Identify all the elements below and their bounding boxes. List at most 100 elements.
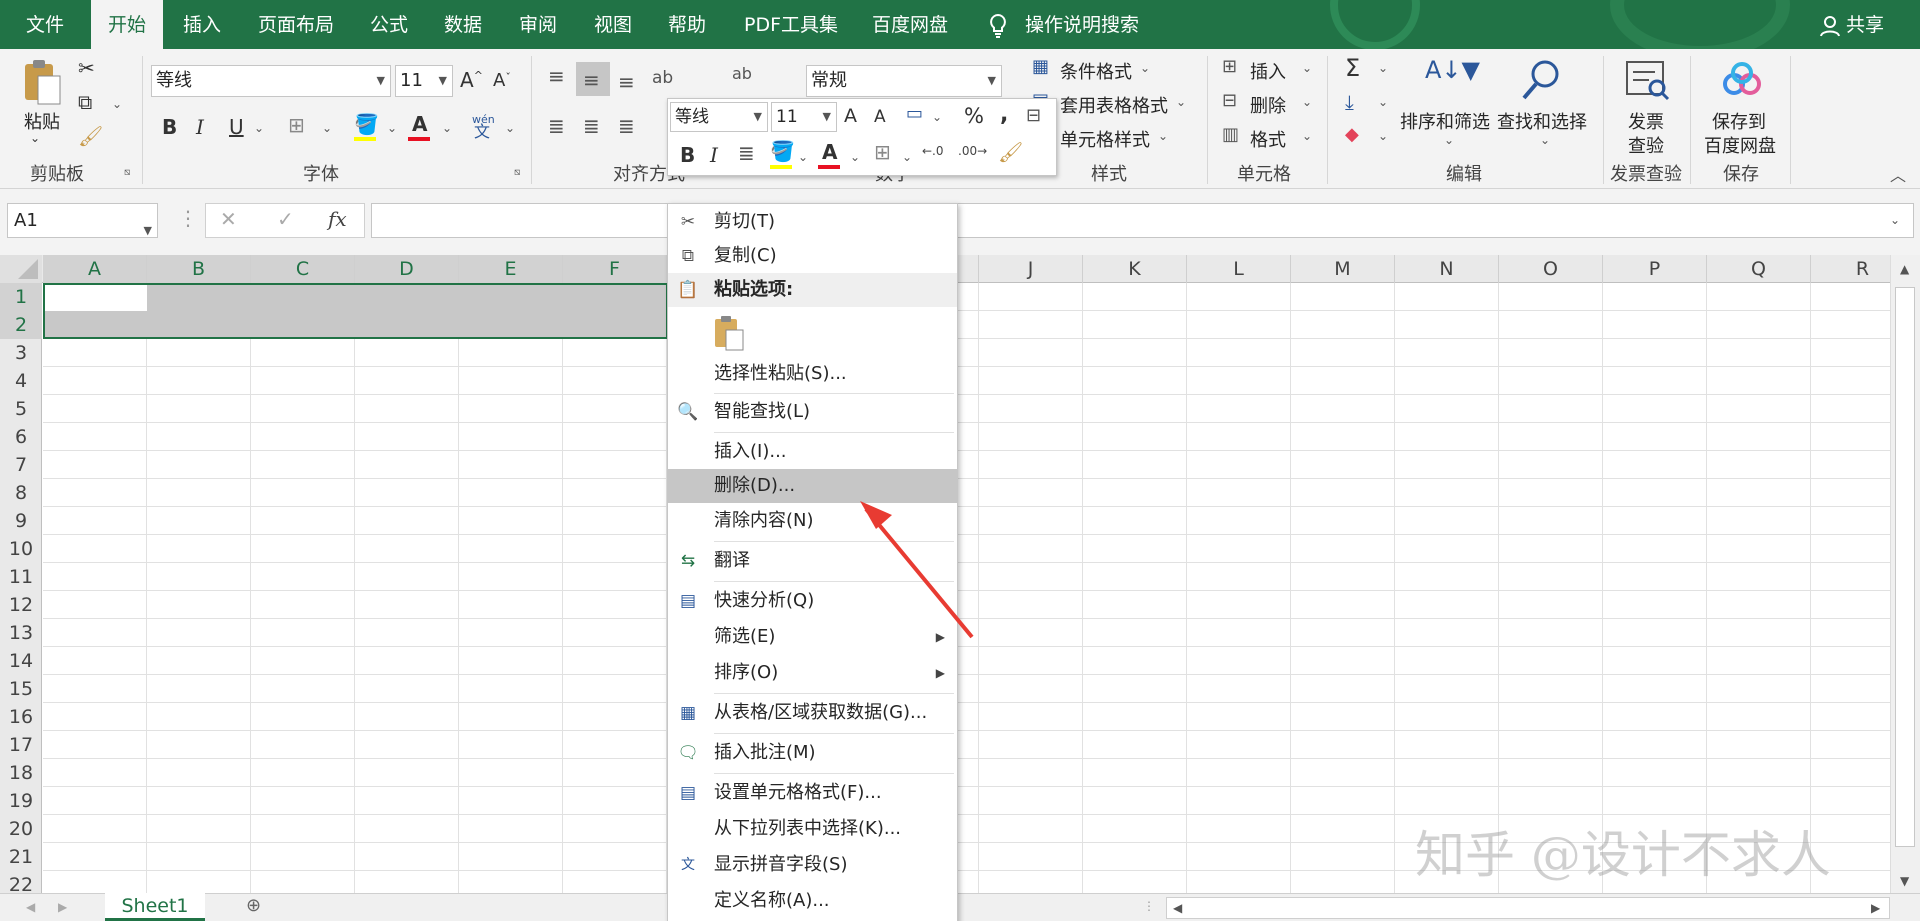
chevron-down-icon[interactable]: ⌄ [254,122,264,134]
merge-center-icon[interactable]: ⊟ [1026,107,1041,125]
enter-icon[interactable]: ✓ [277,209,294,229]
menu-item-cut[interactable]: ✂ 剪切(T) [668,205,957,239]
menu-item-pick-from-list[interactable]: 从下拉列表中选择(K)... [668,812,957,846]
align-left-icon[interactable]: ≣ [548,116,565,136]
chevron-down-icon[interactable]: ⌄ [322,122,332,134]
delete-cells-icon[interactable]: ⊟ [1222,92,1237,110]
chevron-down-icon[interactable]: ⌄ [1378,130,1388,142]
chevron-down-icon[interactable]: ⌄ [1378,62,1388,74]
expand-formula-icon[interactable]: ⌄ [1890,214,1900,226]
row-header-2[interactable]: 2 [0,311,42,339]
conditional-format-icon[interactable]: ▦ [1032,58,1049,76]
menu-item-insert[interactable]: 插入(I)... [668,435,957,469]
increase-decimal-icon[interactable]: ←.0 [922,145,944,157]
collapse-ribbon-icon[interactable]: ︿ [1890,168,1906,184]
invoice-check-label2[interactable]: 查验 [1628,132,1664,158]
name-box[interactable]: A1 ▼ [7,203,158,238]
row-header-20[interactable]: 20 [0,815,42,843]
align-center-icon[interactable]: ≣ [583,116,600,136]
number-format-combo[interactable]: 常规 ▼ [806,65,1002,97]
scroll-left-icon[interactable]: ◀ [1173,902,1182,914]
prev-sheet-icon[interactable]: ◀ [26,901,35,913]
menu-item-get-data-from-table[interactable]: ▦ 从表格/区域获取数据(G)... [668,696,957,730]
copy-icon[interactable]: ⧉ [78,92,92,112]
chevron-down-icon[interactable]: ⌄ [932,111,942,123]
row-header-13[interactable]: 13 [0,619,42,647]
column-header-n[interactable]: N [1395,255,1499,283]
format-as-table-button[interactable]: 套用表格格式 [1060,92,1168,118]
chevron-down-icon[interactable]: ⌄ [387,122,397,134]
cancel-icon[interactable]: ✕ [220,209,237,229]
wrap-text-icon[interactable]: ab [732,66,752,82]
borders-icon[interactable]: ⊞ [874,142,891,162]
column-header-l[interactable]: L [1187,255,1291,283]
font-color-icon[interactable]: A [822,142,837,162]
orientation-icon[interactable]: ab [652,70,673,87]
align-bottom-icon[interactable]: ≡ [618,72,635,92]
format-cells-button[interactable]: 格式 [1250,126,1286,152]
tab-file[interactable]: 文件 [26,0,64,49]
column-header-q[interactable]: Q [1707,255,1811,283]
chevron-down-icon[interactable]: ⌄ [850,151,860,163]
column-header-e[interactable]: E [459,255,563,283]
mini-size-combo[interactable]: 11 ▼ [771,102,837,132]
row-header-19[interactable]: 19 [0,787,42,815]
menu-item-define-name[interactable]: 定义名称(A)... [668,884,957,918]
chevron-down-icon[interactable]: ⌄ [798,151,808,163]
tab-baidu-netdisk[interactable]: 百度网盘 [872,0,948,49]
mini-font-combo[interactable]: 等线 ▼ [670,102,768,132]
row-header-17[interactable]: 17 [0,731,42,759]
save-baidu-label1[interactable]: 保存到 [1712,108,1766,134]
align-right-icon[interactable]: ≣ [618,116,635,136]
row-header-3[interactable]: 3 [0,339,42,367]
chevron-down-icon[interactable]: ⌄ [1158,130,1168,142]
chevron-down-icon[interactable]: ⌄ [1444,134,1454,146]
tab-review[interactable]: 审阅 [519,0,557,49]
insert-cells-button[interactable]: 插入 [1250,58,1286,84]
tab-help[interactable]: 帮助 [668,0,706,49]
horizontal-scrollbar[interactable]: ◀ ▶ [1166,897,1890,919]
increase-font-icon[interactable]: A^ [460,70,483,90]
chevron-down-icon[interactable]: ⌄ [442,122,452,134]
scissors-icon[interactable]: ✂ [78,58,95,78]
row-header-11[interactable]: 11 [0,563,42,591]
scroll-down-icon[interactable]: ▼ [1900,875,1909,887]
insert-function-icon[interactable]: fx [328,209,347,229]
tell-me-search[interactable]: 操作说明搜索 [1025,0,1139,49]
row-header-10[interactable]: 10 [0,535,42,563]
find-select-icon[interactable] [1520,58,1562,106]
tab-pdf-tools[interactable]: PDF工具集 [744,0,838,49]
dialog-launcher-icon[interactable]: ⧅ [124,168,130,178]
bold-icon[interactable]: B [680,145,695,165]
underline-icon[interactable]: U [229,117,244,137]
menu-item-format-cells[interactable]: ▤ 设置单元格格式(F)... [668,776,957,810]
tab-insert[interactable]: 插入 [183,0,221,49]
menu-item-show-phonetic[interactable]: 文显示拼音字段(S) [668,848,957,882]
tab-formulas[interactable]: 公式 [370,0,408,49]
sheet-tab-sheet1[interactable]: Sheet1 [105,893,205,921]
invoice-check-icon[interactable] [1625,60,1671,106]
cell-styles-button[interactable]: 单元格样式 [1060,126,1150,152]
format-painter-icon[interactable]: 🖌 [998,142,1023,162]
active-cell[interactable] [45,285,147,311]
row-header-1[interactable]: 1 [0,283,42,311]
menu-item-insert-comment[interactable]: 🗨 插入批注(M) [668,736,957,770]
column-header-c[interactable]: C [251,255,355,283]
column-header-o[interactable]: O [1499,255,1603,283]
row-header-5[interactable]: 5 [0,395,42,423]
chevron-down-icon[interactable]: ⌄ [112,98,122,110]
decrease-font-icon[interactable]: Aˇ [493,72,511,90]
paste-option-keep-format-icon[interactable] [712,314,748,351]
increase-font-icon[interactable]: A [844,107,857,126]
formula-input[interactable] [371,203,1914,238]
fill-color-icon[interactable]: 🪣 [354,114,379,134]
select-all-corner[interactable] [0,255,42,283]
borders-icon[interactable]: ⊞ [288,115,305,135]
row-header-15[interactable]: 15 [0,675,42,703]
italic-icon[interactable]: I [196,117,204,137]
format-cells-icon[interactable]: ▥ [1222,126,1239,144]
column-header-d[interactable]: D [355,255,459,283]
percent-style-button[interactable]: % [964,106,984,127]
paste-icon[interactable] [22,58,62,106]
autosum-icon[interactable]: Σ [1345,56,1360,80]
